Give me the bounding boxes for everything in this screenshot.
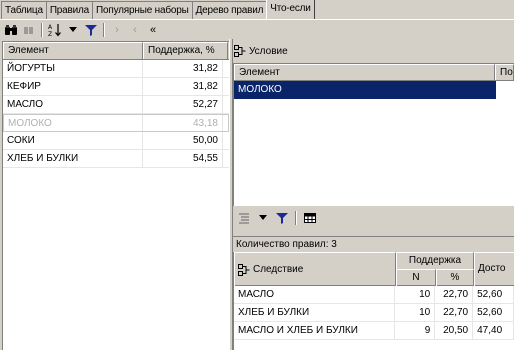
tab-table[interactable]: Таблица — [1, 1, 47, 19]
rule-count: Количество правил: 3 — [233, 236, 514, 252]
column-header-element[interactable]: Элемент — [3, 42, 143, 59]
grid-header: Элемент Поддержка, % — [3, 42, 229, 60]
grid-header: Элемент По — [234, 64, 514, 81]
collapse-icon[interactable]: › — [109, 22, 125, 38]
table-row[interactable]: МАСЛО И ХЛЕБ И БУЛКИ 9 20,50 47,40 — [234, 322, 514, 340]
confidence-cell: 52,60 — [473, 304, 514, 321]
pct-cell: 22,70 — [435, 286, 474, 303]
svg-text:Z: Z — [48, 31, 52, 37]
sort-icon[interactable]: AZ — [47, 22, 63, 38]
dropdown-arrow-icon[interactable] — [65, 22, 81, 38]
tab-rule-tree[interactable]: Дерево правил — [191, 1, 268, 19]
double-left-icon[interactable]: « — [145, 22, 161, 38]
column-header-consequence[interactable]: Следствие — [234, 252, 396, 286]
element-cell: ХЛЕБ И БУЛКИ — [3, 150, 143, 167]
tab-rules[interactable]: Правила — [45, 1, 94, 19]
filter-icon[interactable] — [274, 210, 290, 226]
tab-what-if[interactable]: Что-если — [266, 0, 315, 19]
support-cell: 31,82 — [143, 78, 223, 95]
table-icon[interactable] — [302, 210, 318, 226]
toolbar-separator — [103, 23, 105, 37]
n-cell: 9 — [395, 322, 436, 339]
list-icon[interactable] — [236, 210, 252, 226]
consequence-header-label: Следствие — [253, 263, 304, 275]
column-header-support[interactable]: Поддержка, % — [143, 42, 228, 59]
condition-value-cell[interactable]: МОЛОКО — [234, 81, 496, 99]
confidence-cell: 47,40 — [473, 322, 514, 339]
support-cell: 31,82 — [143, 60, 223, 77]
toolbar-separator — [41, 23, 43, 37]
binoculars-icon[interactable] — [3, 22, 19, 38]
column-header-support[interactable]: По — [495, 64, 514, 80]
expand-icon[interactable]: ‹ — [127, 22, 143, 38]
condition-header: Условие — [233, 42, 514, 60]
support-cell: 52,27 — [143, 96, 223, 113]
filter-icon[interactable] — [83, 22, 99, 38]
column-header-confidence[interactable]: Досто — [474, 252, 514, 286]
support-cell: 54,55 — [143, 150, 223, 167]
element-cell: ЙОГУРТЫ — [3, 60, 143, 77]
elements-grid: Элемент Поддержка, % ЙОГУРТЫ 31,82 КЕФИР… — [2, 41, 229, 350]
n-cell: 10 — [395, 286, 436, 303]
support-cell: 50,00 — [143, 132, 223, 149]
condition-icon — [234, 45, 246, 57]
table-row[interactable]: КЕФИР 31,82 — [3, 78, 229, 96]
element-cell: КЕФИР — [3, 78, 143, 95]
consequence-cell: ХЛЕБ И БУЛКИ — [234, 304, 396, 321]
support-cell: 43,18 — [143, 115, 223, 131]
svg-text:A: A — [48, 24, 53, 31]
tab-popular-sets[interactable]: Популярные наборы — [92, 1, 193, 19]
element-cell: СОКИ — [3, 132, 143, 149]
column-header-n[interactable]: N — [396, 269, 436, 286]
consequence-icon — [238, 263, 250, 276]
element-cell: МОЛОКО — [4, 115, 143, 131]
column-group-support: Поддержка — [396, 252, 474, 269]
table-row-used[interactable]: МОЛОКО 43,18 — [3, 114, 229, 132]
condition-title: Условие — [249, 45, 288, 57]
table-row[interactable]: ЙОГУРТЫ 31,82 — [3, 60, 229, 78]
confidence-cell: 52,60 — [473, 286, 514, 303]
condition-grid: Элемент По МОЛОКО — [233, 63, 514, 206]
tab-strip: Таблица Правила Популярные наборы Дерево… — [0, 0, 514, 20]
results-grid: Следствие Поддержка N % Досто МАСЛО 10 2… — [233, 252, 514, 350]
table-row[interactable]: МАСЛО 52,27 — [3, 96, 229, 114]
selected-condition-row[interactable]: МОЛОКО — [234, 81, 514, 99]
table-row[interactable]: ХЛЕБ И БУЛКИ 54,55 — [3, 150, 229, 168]
toolbar-separator — [295, 211, 297, 225]
pct-cell: 20,50 — [435, 322, 474, 339]
pct-cell: 22,70 — [435, 304, 474, 321]
consequence-cell: МАСЛО И ХЛЕБ И БУЛКИ — [234, 322, 396, 339]
table-row[interactable]: МАСЛО 10 22,70 52,60 — [234, 286, 514, 304]
n-cell: 10 — [395, 304, 436, 321]
column-header-pct[interactable]: % — [436, 269, 474, 286]
results-header: Следствие Поддержка N % Досто — [234, 252, 514, 286]
find-next-icon[interactable] — [21, 22, 37, 38]
element-cell: МАСЛО — [3, 96, 143, 113]
right-toolbar — [233, 208, 514, 228]
left-toolbar: AZ › ‹ « — [0, 21, 230, 39]
column-header-element[interactable]: Элемент — [234, 64, 496, 80]
table-row[interactable]: СОКИ 50,00 — [3, 132, 229, 150]
consequence-cell: МАСЛО — [234, 286, 396, 303]
table-row[interactable]: ХЛЕБ И БУЛКИ 10 22,70 52,60 — [234, 304, 514, 322]
dropdown-arrow-icon[interactable] — [255, 210, 271, 226]
